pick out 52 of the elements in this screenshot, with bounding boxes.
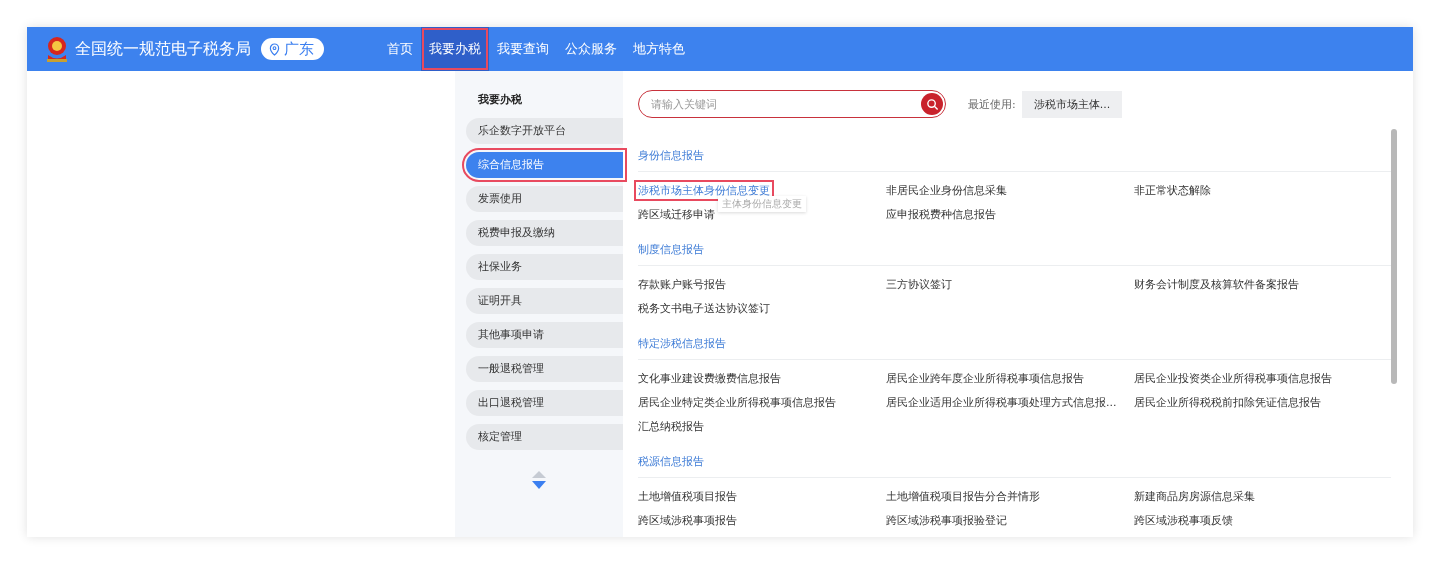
service-link[interactable]: 三方协议签订 [886, 278, 952, 291]
tooltip: 主体身份信息变更 [718, 196, 806, 212]
nav-tab[interactable]: 公众服务 [557, 27, 625, 71]
nav-tab[interactable]: 我要查询 [489, 27, 557, 71]
service-link[interactable]: 非居民企业身份信息采集 [886, 184, 1007, 197]
sidebar-item[interactable]: 社保业务 [466, 254, 623, 280]
sidebar-item[interactable]: 证明开具 [466, 288, 623, 314]
section-heading: 制度信息报告 [638, 241, 1391, 266]
location-selector[interactable]: 广东 [261, 38, 324, 60]
service-link[interactable]: 跨区域迁移申请 [638, 208, 715, 221]
sidebar-item[interactable]: 税费申报及缴纳 [466, 220, 623, 246]
sidebar-item[interactable]: 核定管理 [466, 424, 623, 450]
service-link[interactable]: 居民企业适用企业所得税事项处理方式信息报... [886, 396, 1117, 409]
service-link[interactable]: 跨区域涉税事项报验登记 [886, 514, 1007, 527]
service-link[interactable]: 居民企业投资类企业所得税事项信息报告 [1134, 372, 1332, 385]
search-button[interactable] [921, 93, 943, 115]
recent-label: 最近使用: [968, 96, 1016, 112]
nav-tab[interactable]: 我要办税 [421, 27, 489, 71]
service-link[interactable]: 土地增值税项目报告 [638, 490, 737, 503]
sidebar-item[interactable]: 发票使用 [466, 186, 623, 212]
service-link[interactable]: 汇总纳税报告 [638, 420, 704, 433]
sidebar-item[interactable]: 乐企数字开放平台 [466, 118, 623, 144]
search-input[interactable]: 请输入关键词 [649, 96, 921, 112]
site-title: 全国统一规范电子税务局 [75, 38, 251, 60]
service-link[interactable]: 存款账户账号报告 [638, 278, 726, 291]
service-link[interactable]: 土地增值税项目报告分合并情形 [886, 490, 1040, 503]
service-link[interactable]: 跨区域涉税事项反馈 [1134, 514, 1233, 527]
sidebar-item[interactable]: 出口退税管理 [466, 390, 623, 416]
nav-tab[interactable]: 首页 [379, 27, 421, 71]
sidebar-heading: 我要办税 [477, 92, 523, 108]
recent-chip[interactable]: 涉税市场主体... [1021, 90, 1123, 118]
service-link[interactable]: 新建商品房房源信息采集 [1134, 490, 1255, 503]
search-icon [925, 97, 939, 111]
sidebar-item[interactable]: 其他事项申请 [466, 322, 623, 348]
service-link[interactable]: 跨区域涉税事项报告 [638, 514, 737, 527]
section-heading: 税源信息报告 [638, 453, 1391, 478]
service-link[interactable]: 税务文书电子送达协议签订 [638, 302, 770, 315]
emblem-icon [44, 35, 70, 63]
location-pin-icon [269, 42, 280, 56]
nav-tab[interactable]: 地方特色 [625, 27, 693, 71]
service-link[interactable]: 居民企业特定类企业所得税事项信息报告 [638, 396, 836, 409]
section-heading: 身份信息报告 [638, 147, 1391, 172]
service-link[interactable]: 应申报税费种信息报告 [886, 208, 996, 221]
service-link[interactable]: 文化事业建设费缴费信息报告 [638, 372, 781, 385]
scrollbar[interactable] [1391, 129, 1397, 384]
sidebar-item[interactable]: 一般退税管理 [466, 356, 623, 382]
scroll-arrows-icon[interactable] [530, 470, 547, 490]
service-link[interactable]: 财务会计制度及核算软件备案报告 [1134, 278, 1299, 291]
service-link[interactable]: 非正常状态解除 [1134, 184, 1211, 197]
service-link[interactable]: 居民企业所得税税前扣除凭证信息报告 [1134, 396, 1321, 409]
service-link[interactable]: 居民企业跨年度企业所得税事项信息报告 [886, 372, 1084, 385]
section-heading: 特定涉税信息报告 [638, 335, 1391, 360]
